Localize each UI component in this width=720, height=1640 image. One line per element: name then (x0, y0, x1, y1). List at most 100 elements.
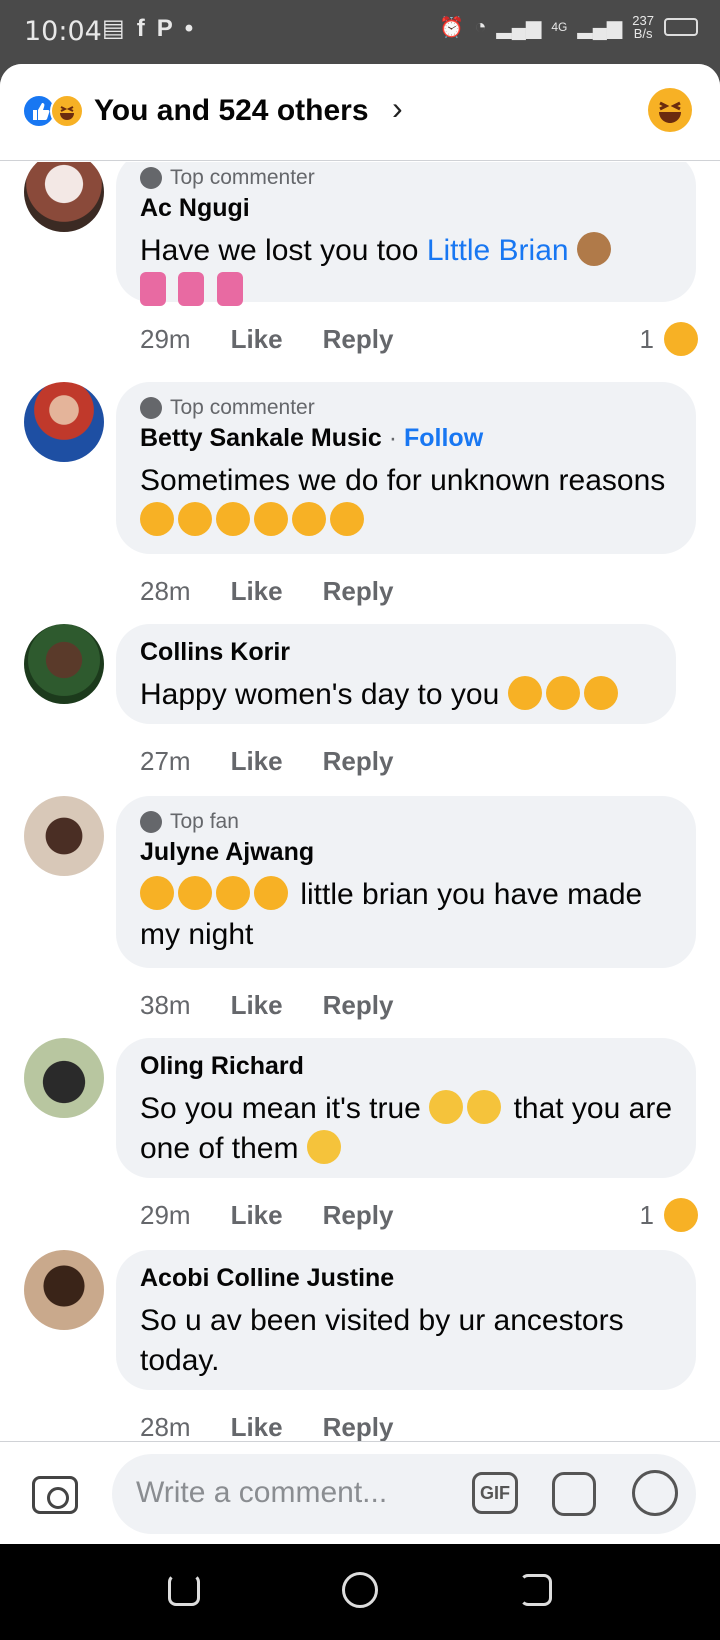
comment-text: Happy women's day to you (140, 675, 652, 715)
status-time: 10:04 (24, 16, 102, 47)
top-commenter-badge: Top commenter (140, 166, 672, 190)
reply-button[interactable]: Reply (323, 576, 394, 607)
comment-bubble: Top commenter Ac Ngugi Have we lost you … (116, 162, 696, 306)
gif-button[interactable]: GIF (472, 1472, 518, 1514)
comment-bubble: Top fan Julyne Ajwang little brian you h… (116, 796, 696, 968)
pinterest-icon: P (156, 14, 173, 42)
comments-sheet: You and 524 others › Top commenter Ac Ng… (0, 64, 720, 1544)
comment-time: 29m (140, 1200, 191, 1230)
avatar[interactable] (24, 162, 104, 232)
top-commenter-badge: Top commenter (140, 396, 672, 420)
running-woman-icon (140, 272, 166, 306)
comment-item: Acobi Colline Justine So u av been visit… (0, 1250, 720, 1450)
comment-actions: 29m Like Reply (140, 1200, 393, 1231)
reply-button[interactable]: Reply (323, 1412, 394, 1443)
comment-time: 27m (140, 746, 191, 776)
top-fan-badge: Top fan (140, 810, 672, 834)
comment-bubble: Collins Korir Happy women's day to you (116, 624, 676, 724)
camera-icon[interactable] (32, 1476, 78, 1514)
haha-react-button[interactable] (648, 88, 692, 132)
like-button[interactable]: Like (231, 746, 283, 777)
net-speed: 237 B/s (632, 13, 654, 41)
grinning-squinting-icon (254, 876, 288, 910)
battery-icon (664, 18, 698, 36)
reaction-count[interactable]: 1 (640, 322, 698, 356)
comment-time: 28m (140, 576, 191, 606)
reaction-count[interactable]: 1 (640, 1198, 698, 1232)
comment-input[interactable]: Write a comment... GIF (112, 1454, 696, 1534)
rofl-icon (583, 676, 618, 710)
avatar[interactable] (24, 1250, 104, 1330)
comment-text: So you mean it's true that you are one o… (140, 1090, 672, 1165)
rofl-icon (178, 502, 212, 536)
comment-actions: 29m Like Reply (140, 324, 393, 355)
chat-badge-icon (140, 167, 162, 189)
comment-actions: 27m Like Reply (140, 746, 393, 777)
comment-list: Top commenter Ac Ngugi Have we lost you … (0, 162, 720, 1507)
comment-author[interactable]: Ac Ngugi (140, 194, 672, 223)
rofl-icon (330, 502, 364, 536)
rofl-icon (216, 502, 250, 536)
signal-icon-2: ▂▄▆ (577, 16, 623, 39)
like-button[interactable]: Like (231, 1200, 283, 1231)
running-woman-icon (178, 272, 205, 306)
reaction-icons (22, 94, 88, 128)
rofl-icon (254, 502, 288, 536)
chat-badge-icon (140, 397, 162, 419)
reply-button[interactable]: Reply (323, 324, 394, 355)
like-button[interactable]: Like (231, 990, 283, 1021)
like-button[interactable]: Like (231, 1412, 283, 1443)
see-no-evil-monkey-icon (576, 232, 611, 266)
comment-bubble: Oling Richard So you mean it's true that… (116, 1038, 696, 1178)
comment-author[interactable]: Oling Richard (140, 1052, 672, 1081)
comment-author[interactable]: Acobi Colline Justine (140, 1264, 672, 1293)
home-icon[interactable] (342, 1572, 378, 1608)
follow-button[interactable]: Follow (404, 424, 483, 452)
reactions-header[interactable]: You and 524 others › (0, 64, 720, 161)
rofl-icon (545, 676, 580, 710)
avatar[interactable] (24, 796, 104, 876)
chevron-right-icon[interactable]: › (392, 90, 403, 127)
news-icon: ▤ (102, 15, 125, 42)
signal-icon: ▂▄▆ (496, 16, 542, 39)
comment-bubble: Top commenter Betty Sankale Music · Foll… (116, 382, 696, 554)
comment-time: 28m (140, 1412, 191, 1442)
system-nav-bar (0, 1544, 720, 1640)
comment-author: Betty Sankale Music · Follow (140, 424, 484, 452)
rofl-icon (292, 502, 326, 536)
avatar[interactable] (24, 624, 104, 704)
comment-text: little brian you have made my night (140, 876, 643, 951)
reply-button[interactable]: Reply (323, 746, 394, 777)
comment-item: Oling Richard So you mean it's true that… (0, 1038, 720, 1238)
comment-input-placeholder[interactable]: Write a comment... (136, 1476, 387, 1510)
mention-link[interactable]: Little Brian (427, 234, 569, 267)
comment-bubble: Acobi Colline Justine So u av been visit… (116, 1250, 696, 1390)
comment-item: Top commenter Ac Ngugi Have we lost you … (0, 162, 720, 356)
comment-item: Top commenter Betty Sankale Music · Foll… (0, 382, 720, 606)
comment-author[interactable]: Collins Korir (140, 638, 652, 667)
reactions-summary: You and 524 others (94, 94, 369, 127)
like-button[interactable]: Like (231, 324, 283, 355)
comment-author[interactable]: Julyne Ajwang (140, 838, 672, 867)
comment-text: Have we lost you too Little Brian (140, 231, 672, 311)
zipper-mouth-icon (306, 1130, 341, 1164)
comment-time: 29m (140, 324, 191, 354)
emoji-icon[interactable] (632, 1470, 678, 1516)
reply-button[interactable]: Reply (323, 1200, 394, 1231)
like-button[interactable]: Like (231, 576, 283, 607)
comment-text: So u av been visited by ur ancestors tod… (140, 1304, 624, 1377)
rofl-icon (140, 502, 174, 536)
back-icon[interactable] (520, 1574, 552, 1606)
haha-reaction-icon (664, 1198, 698, 1232)
eye-roll-icon (467, 1090, 502, 1124)
haha-reaction-icon (50, 94, 84, 128)
sticker-icon[interactable] (552, 1472, 596, 1516)
reply-button[interactable]: Reply (323, 990, 394, 1021)
eye-roll-icon (429, 1090, 464, 1124)
rofl-icon (178, 876, 212, 910)
avatar[interactable] (24, 1038, 104, 1118)
running-woman-icon (216, 272, 243, 306)
comment-text: Sometimes we do for unknown reasons (140, 461, 672, 541)
avatar[interactable] (24, 382, 104, 462)
recent-apps-icon[interactable] (168, 1574, 200, 1606)
